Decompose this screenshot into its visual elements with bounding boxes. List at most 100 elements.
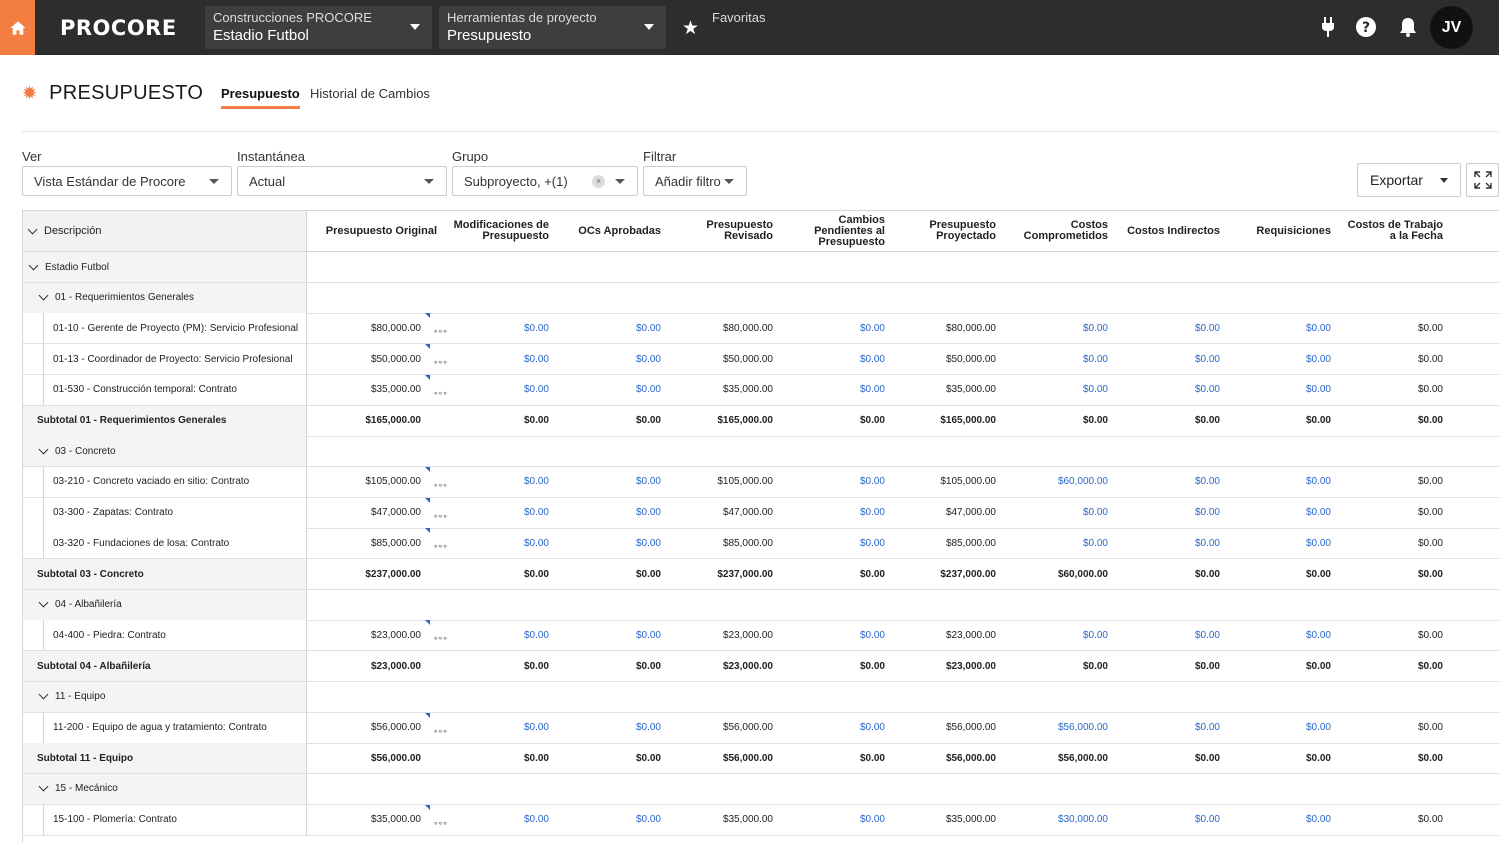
column-header-description[interactable]: Descripción bbox=[23, 211, 307, 251]
value-cell[interactable]: $0.00 bbox=[775, 498, 885, 528]
value-cell[interactable]: $0.00 bbox=[998, 375, 1108, 405]
column-header-3[interactable]: OCs Aprobadas bbox=[551, 211, 661, 251]
chevron-down-icon[interactable] bbox=[28, 260, 39, 270]
value-cell[interactable]: $30,000.00 bbox=[998, 805, 1108, 835]
chevron-down-icon[interactable] bbox=[38, 290, 49, 301]
value-cell[interactable]: $0.00 bbox=[439, 375, 549, 405]
value-cell[interactable]: $0.00 bbox=[775, 467, 885, 497]
value-cell[interactable]: $0.00 bbox=[1221, 805, 1331, 835]
apps-plugin-button[interactable] bbox=[1317, 16, 1339, 38]
value-cell[interactable]: $0.00 bbox=[775, 313, 885, 343]
chevron-down-icon[interactable] bbox=[27, 224, 38, 234]
tab-budget[interactable]: Presupuesto bbox=[221, 86, 300, 109]
column-header-11[interactable]: Pe bbox=[1483, 211, 1499, 251]
description-cell[interactable]: 04 - Albañilería bbox=[23, 589, 307, 620]
value-cell[interactable]: $0.00 bbox=[998, 620, 1108, 650]
column-header-9[interactable]: Requisiciones bbox=[1221, 211, 1331, 251]
notifications-button[interactable] bbox=[1397, 16, 1419, 38]
value-cell[interactable]: $0.00 bbox=[551, 498, 661, 528]
procore-logo[interactable]: PROCORE bbox=[60, 16, 176, 40]
value-cell[interactable]: $0.00 bbox=[775, 375, 885, 405]
value-cell[interactable]: $0.00 bbox=[551, 713, 661, 743]
value-cell[interactable]: $0.00 bbox=[775, 713, 885, 743]
group-select[interactable]: Subproyecto, +(1) × bbox=[452, 166, 638, 196]
value-cell[interactable]: $0.00 bbox=[439, 713, 549, 743]
value-cell[interactable]: $0.00 bbox=[551, 344, 661, 374]
value-cell[interactable]: $0.00 bbox=[1221, 375, 1331, 405]
description-cell[interactable]: 03 - Concreto bbox=[23, 436, 307, 467]
value-cell[interactable]: $0.00 bbox=[439, 528, 549, 558]
fullscreen-button[interactable] bbox=[1466, 163, 1499, 197]
value-cell[interactable]: $0.00 bbox=[1221, 498, 1331, 528]
value-cell[interactable]: $0.00 bbox=[1221, 313, 1331, 343]
add-filter-select[interactable]: Añadir filtro bbox=[643, 166, 747, 196]
help-button[interactable]: ? bbox=[1355, 16, 1377, 38]
column-header-6[interactable]: Presupuesto Proyectado bbox=[886, 211, 996, 251]
value-cell[interactable]: $0.00 bbox=[775, 528, 885, 558]
value-cell[interactable]: $0.00 bbox=[551, 805, 661, 835]
company-project-selector[interactable]: Construcciones PROCORE Estadio Futbol bbox=[205, 6, 432, 49]
more-options-icon[interactable]: ∘∘∘ bbox=[433, 818, 448, 829]
description-cell[interactable]: Subtotal 01 - Requerimientos Generales bbox=[23, 405, 307, 436]
description-cell[interactable]: Estadio Futbol bbox=[23, 252, 307, 282]
project-tools-selector[interactable]: Herramientas de proyecto Presupuesto bbox=[439, 6, 666, 49]
more-options-icon[interactable]: ∘∘∘ bbox=[433, 541, 448, 552]
value-cell[interactable]: $0.00 bbox=[1221, 467, 1331, 497]
column-header-5[interactable]: Cambios Pendientes al Presupuesto bbox=[775, 211, 885, 251]
value-cell[interactable]: $0.00 bbox=[1110, 620, 1220, 650]
value-cell[interactable]: $0.00 bbox=[551, 313, 661, 343]
column-header-10[interactable]: Costos de Trabajo a la Fecha bbox=[1333, 211, 1443, 251]
clear-icon[interactable]: × bbox=[592, 175, 605, 188]
value-cell[interactable]: $0.00 bbox=[551, 375, 661, 405]
description-cell[interactable]: 01 - Requerimientos Generales bbox=[23, 282, 307, 313]
value-cell[interactable]: $0.00 bbox=[439, 498, 549, 528]
chevron-down-icon[interactable] bbox=[38, 689, 49, 700]
description-cell[interactable]: 11 - Equipo bbox=[23, 681, 307, 712]
value-cell[interactable]: $0.00 bbox=[775, 620, 885, 650]
column-header-1[interactable]: Presupuesto Original bbox=[307, 211, 437, 251]
value-cell[interactable]: $0.00 bbox=[1110, 713, 1220, 743]
value-cell[interactable]: $0.00 bbox=[1221, 620, 1331, 650]
more-options-icon[interactable]: ∘∘∘ bbox=[433, 480, 448, 491]
home-button[interactable] bbox=[0, 0, 35, 55]
value-cell[interactable]: $0.00 bbox=[1110, 528, 1220, 558]
value-cell[interactable]: $0.00 bbox=[775, 805, 885, 835]
chevron-down-icon[interactable] bbox=[38, 597, 49, 608]
value-cell[interactable]: $0.00 bbox=[551, 467, 661, 497]
description-cell[interactable]: Subtotal 03 - Concreto bbox=[23, 559, 307, 589]
description-cell[interactable]: 15 - Mecánico bbox=[23, 773, 307, 804]
value-cell[interactable]: $0.00 bbox=[998, 313, 1108, 343]
column-header-4[interactable]: Presupuesto Revisado bbox=[663, 211, 773, 251]
user-avatar[interactable]: JV bbox=[1430, 6, 1473, 49]
value-cell[interactable]: $0.00 bbox=[775, 344, 885, 374]
column-header-8[interactable]: Costos Indirectos bbox=[1110, 211, 1220, 251]
column-header-2[interactable]: Modificaciones de Presupuesto bbox=[439, 211, 549, 251]
value-cell[interactable]: $0.00 bbox=[551, 528, 661, 558]
value-cell[interactable]: $0.00 bbox=[1110, 313, 1220, 343]
description-cell[interactable]: Subtotal 04 - Albañilería bbox=[23, 651, 307, 682]
more-options-icon[interactable]: ∘∘∘ bbox=[433, 633, 448, 644]
column-header-7[interactable]: Costos Comprometidos bbox=[998, 211, 1108, 251]
value-cell[interactable]: $0.00 bbox=[551, 620, 661, 650]
value-cell[interactable]: $0.00 bbox=[998, 528, 1108, 558]
export-button[interactable]: Exportar bbox=[1357, 163, 1461, 197]
value-cell[interactable]: $0.00 bbox=[439, 620, 549, 650]
value-cell[interactable]: $0.00 bbox=[1221, 528, 1331, 558]
value-cell[interactable]: $0.00 bbox=[1110, 344, 1220, 374]
more-options-icon[interactable]: ∘∘∘ bbox=[433, 388, 448, 399]
more-options-icon[interactable]: ∘∘∘ bbox=[433, 326, 448, 337]
value-cell[interactable]: $0.00 bbox=[1110, 375, 1220, 405]
value-cell[interactable]: $0.00 bbox=[1110, 805, 1220, 835]
chevron-down-icon[interactable] bbox=[38, 444, 49, 455]
more-options-icon[interactable]: ∘∘∘ bbox=[433, 357, 448, 368]
value-cell[interactable]: $0.00 bbox=[998, 498, 1108, 528]
more-options-icon[interactable]: ∘∘∘ bbox=[433, 726, 448, 737]
more-options-icon[interactable]: ∘∘∘ bbox=[433, 511, 448, 522]
value-cell[interactable]: $0.00 bbox=[998, 344, 1108, 374]
value-cell[interactable]: $60,000.00 bbox=[998, 467, 1108, 497]
description-cell[interactable]: Subtotal 11 - Equipo bbox=[23, 743, 307, 774]
value-cell[interactable]: $0.00 bbox=[439, 313, 549, 343]
value-cell[interactable]: $0.00 bbox=[1110, 498, 1220, 528]
value-cell[interactable]: $0.00 bbox=[439, 344, 549, 374]
value-cell[interactable]: $0.00 bbox=[1221, 344, 1331, 374]
